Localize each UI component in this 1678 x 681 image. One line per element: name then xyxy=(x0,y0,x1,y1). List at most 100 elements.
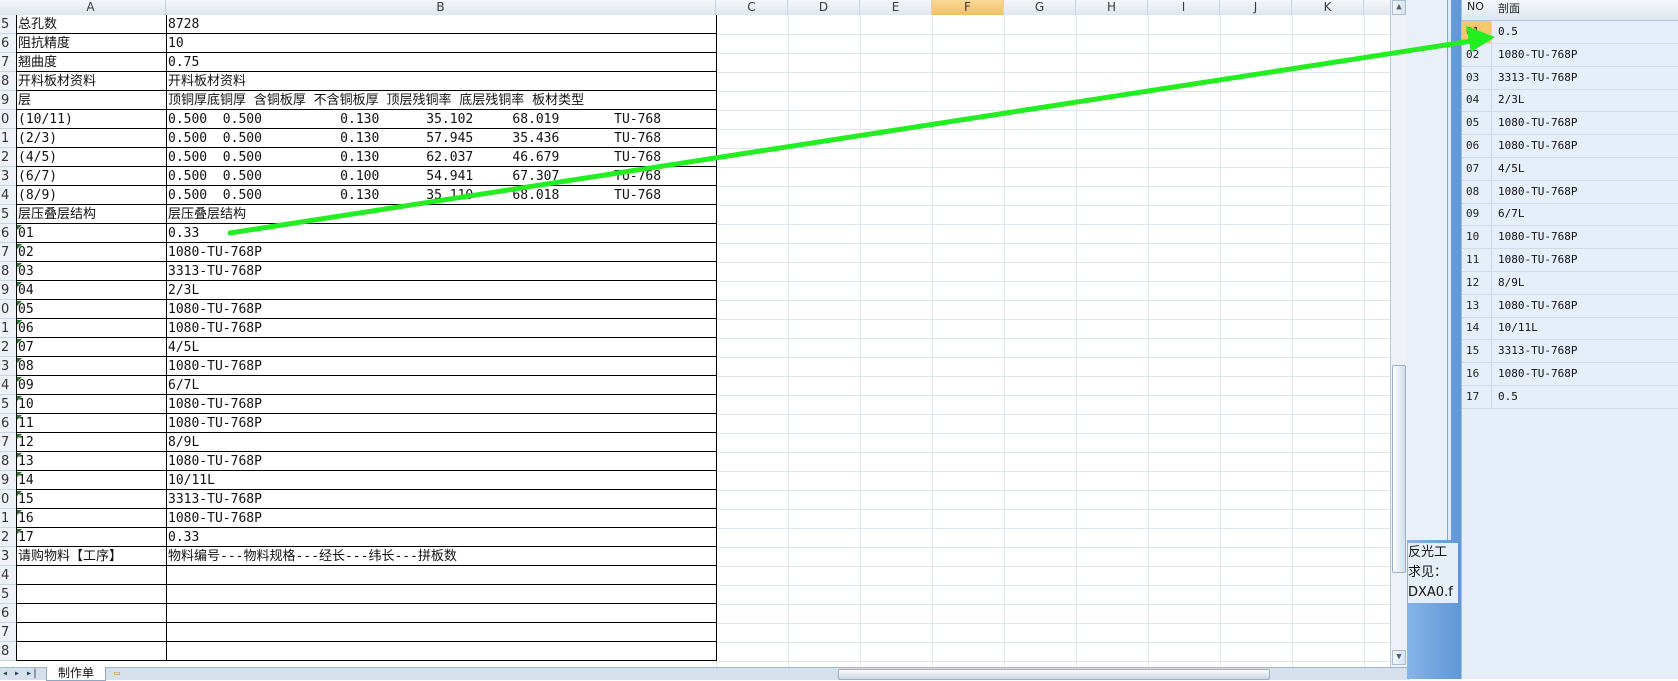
cell-a[interactable] xyxy=(18,623,164,642)
cell-a[interactable] xyxy=(18,642,164,661)
stackup-row-no[interactable]: 11 xyxy=(1462,249,1492,271)
stackup-row-value[interactable]: 1080-TU-768P xyxy=(1493,112,1678,134)
row-number[interactable]: 8 xyxy=(0,642,16,661)
cell-a[interactable]: (8/9) xyxy=(18,186,164,205)
cell-b[interactable]: 2/3L xyxy=(168,281,714,300)
column-header-f[interactable]: F xyxy=(932,0,1004,15)
cell-a[interactable]: 06 xyxy=(18,319,164,338)
row-number[interactable]: 0 xyxy=(0,110,16,129)
cell-a[interactable]: (4/5) xyxy=(18,148,164,167)
stackup-row-value[interactable]: 1080-TU-768P xyxy=(1493,295,1678,317)
cell-b[interactable]: 0.75 xyxy=(168,53,714,72)
row-number[interactable]: 8 xyxy=(0,452,16,471)
cell-a[interactable]: 11 xyxy=(18,414,164,433)
stackup-row-no[interactable]: 07 xyxy=(1462,157,1492,180)
stackup-row-value[interactable]: 1080-TU-768P xyxy=(1493,363,1678,385)
row-number[interactable]: 9 xyxy=(0,471,16,490)
stackup-row-no[interactable]: 12 xyxy=(1462,271,1492,294)
vertical-scroll-thumb[interactable] xyxy=(1392,365,1406,573)
stackup-row-no[interactable]: 04 xyxy=(1462,89,1492,112)
spreadsheet-grid[interactable]: 5 总孔数 8728 6 阻抗精度 10 7 翘曲度 0.75 8 开料板材资料 开料板材资料 9 层顶铜… xyxy=(0,15,1390,667)
cell-a[interactable]: (2/3) xyxy=(18,129,164,148)
stackup-row-no[interactable]: 06 xyxy=(1462,135,1492,157)
stackup-row-value[interactable]: 1080-TU-768P xyxy=(1493,135,1678,157)
cell-a[interactable]: 13 xyxy=(18,452,164,471)
row-number[interactable]: 5 xyxy=(0,205,16,224)
cell-b[interactable]: 0.500 0.500 0.100 54.941 67.307 TU-768 xyxy=(168,167,714,186)
cell-b[interactable]: 顶铜厚底铜厚 含铜板厚 不含铜板厚 顶层残铜率 底层残铜率 板材类型 xyxy=(168,91,714,110)
row-number[interactable]: 9 xyxy=(0,91,16,110)
stackup-row-value[interactable]: 1080-TU-768P xyxy=(1493,44,1678,66)
row-number[interactable]: 7 xyxy=(0,433,16,452)
cell-b[interactable]: 1080-TU-768P xyxy=(168,395,714,414)
stackup-row-value[interactable]: 0.5 xyxy=(1493,386,1678,408)
tab-nav-next-icon[interactable]: ▸ xyxy=(14,668,20,680)
stackup-row-value[interactable]: 1080-TU-768P xyxy=(1493,181,1678,203)
column-header-c[interactable]: C xyxy=(716,0,788,15)
cell-b[interactable]: 0.500 0.500 0.130 35.102 68.019 TU-768 xyxy=(168,110,714,129)
row-number[interactable]: 3 xyxy=(0,547,16,566)
row-number[interactable]: 7 xyxy=(0,53,16,72)
cell-a[interactable]: 01 xyxy=(18,224,164,243)
cell-a[interactable]: 层压叠层结构 xyxy=(18,205,164,224)
cell-b[interactable]: 1080-TU-768P xyxy=(168,414,714,433)
stackup-row-no[interactable]: 17 xyxy=(1462,385,1492,408)
cell-b[interactable]: 4/5L xyxy=(168,338,714,357)
stackup-row-no[interactable]: 01 xyxy=(1462,21,1492,43)
column-header-b[interactable]: B xyxy=(166,0,716,15)
column-header-k[interactable]: K xyxy=(1292,0,1364,15)
stackup-row-value[interactable]: 4/5L xyxy=(1493,158,1678,180)
cell-b[interactable]: 3313-TU-768P xyxy=(168,262,714,281)
cell-a[interactable]: 02 xyxy=(18,243,164,262)
cell-a[interactable] xyxy=(18,604,164,623)
cell-b[interactable]: 8728 xyxy=(168,15,714,34)
row-number[interactable]: 3 xyxy=(0,357,16,376)
row-number[interactable]: 6 xyxy=(0,414,16,433)
row-number[interactable]: 2 xyxy=(0,338,16,357)
cell-a[interactable]: 层 xyxy=(18,91,164,110)
column-header-a[interactable]: A xyxy=(16,0,166,15)
row-number[interactable]: 4 xyxy=(0,376,16,395)
column-header-e[interactable]: E xyxy=(860,0,932,15)
cell-b[interactable]: 开料板材资料 xyxy=(168,72,714,91)
cell-a[interactable]: 开料板材资料 xyxy=(18,72,164,91)
stackup-row-no[interactable]: 05 xyxy=(1462,112,1492,135)
stackup-row-value[interactable]: 2/3L xyxy=(1493,89,1678,111)
cell-a[interactable]: 请购物料【工序】 xyxy=(18,547,164,566)
row-number[interactable]: 2 xyxy=(0,148,16,167)
cell-b[interactable]: 1080-TU-768P xyxy=(168,452,714,471)
row-number[interactable]: 1 xyxy=(0,509,16,528)
row-number[interactable]: 4 xyxy=(0,566,16,585)
row-number[interactable]: 3 xyxy=(0,167,16,186)
row-number[interactable]: 6 xyxy=(0,604,16,623)
cell-b[interactable]: 物料编号---物料规格---经长---纬长---拼板数 xyxy=(168,547,714,566)
scroll-up-button[interactable]: ▲ xyxy=(1392,0,1406,15)
row-number[interactable]: 6 xyxy=(0,224,16,243)
cell-a[interactable]: 17 xyxy=(18,528,164,547)
cell-b[interactable] xyxy=(168,623,714,642)
row-number[interactable]: 8 xyxy=(0,262,16,281)
row-number[interactable]: 5 xyxy=(0,585,16,604)
stackup-row-no[interactable]: 10 xyxy=(1462,226,1492,249)
cell-b[interactable]: 0.33 xyxy=(168,224,714,243)
cell-b[interactable]: 0.500 0.500 0.130 35.110 68.018 TU-768 xyxy=(168,186,714,205)
row-number[interactable]: 1 xyxy=(0,129,16,148)
stackup-row-value[interactable]: 8/9L xyxy=(1493,272,1678,294)
stackup-row-value[interactable]: 3313-TU-768P xyxy=(1493,67,1678,89)
cell-a[interactable]: 08 xyxy=(18,357,164,376)
stackup-row-value[interactable]: 3313-TU-768P xyxy=(1493,340,1678,362)
row-number[interactable]: 7 xyxy=(0,623,16,642)
cell-b[interactable]: 0.500 0.500 0.130 62.037 46.679 TU-768 xyxy=(168,148,714,167)
row-number[interactable]: 1 xyxy=(0,319,16,338)
stackup-row-no[interactable]: 09 xyxy=(1462,203,1492,226)
cell-a[interactable]: 05 xyxy=(18,300,164,319)
cell-b[interactable]: 3313-TU-768P xyxy=(168,490,714,509)
row-number[interactable]: 9 xyxy=(0,281,16,300)
horizontal-scroll-thumb[interactable] xyxy=(838,669,1270,680)
cell-b[interactable]: 1080-TU-768P xyxy=(168,319,714,338)
cell-a[interactable]: 10 xyxy=(18,395,164,414)
cell-b[interactable] xyxy=(168,642,714,661)
cell-b[interactable] xyxy=(168,585,714,604)
row-number[interactable]: 4 xyxy=(0,186,16,205)
cell-a[interactable]: 翘曲度 xyxy=(18,53,164,72)
